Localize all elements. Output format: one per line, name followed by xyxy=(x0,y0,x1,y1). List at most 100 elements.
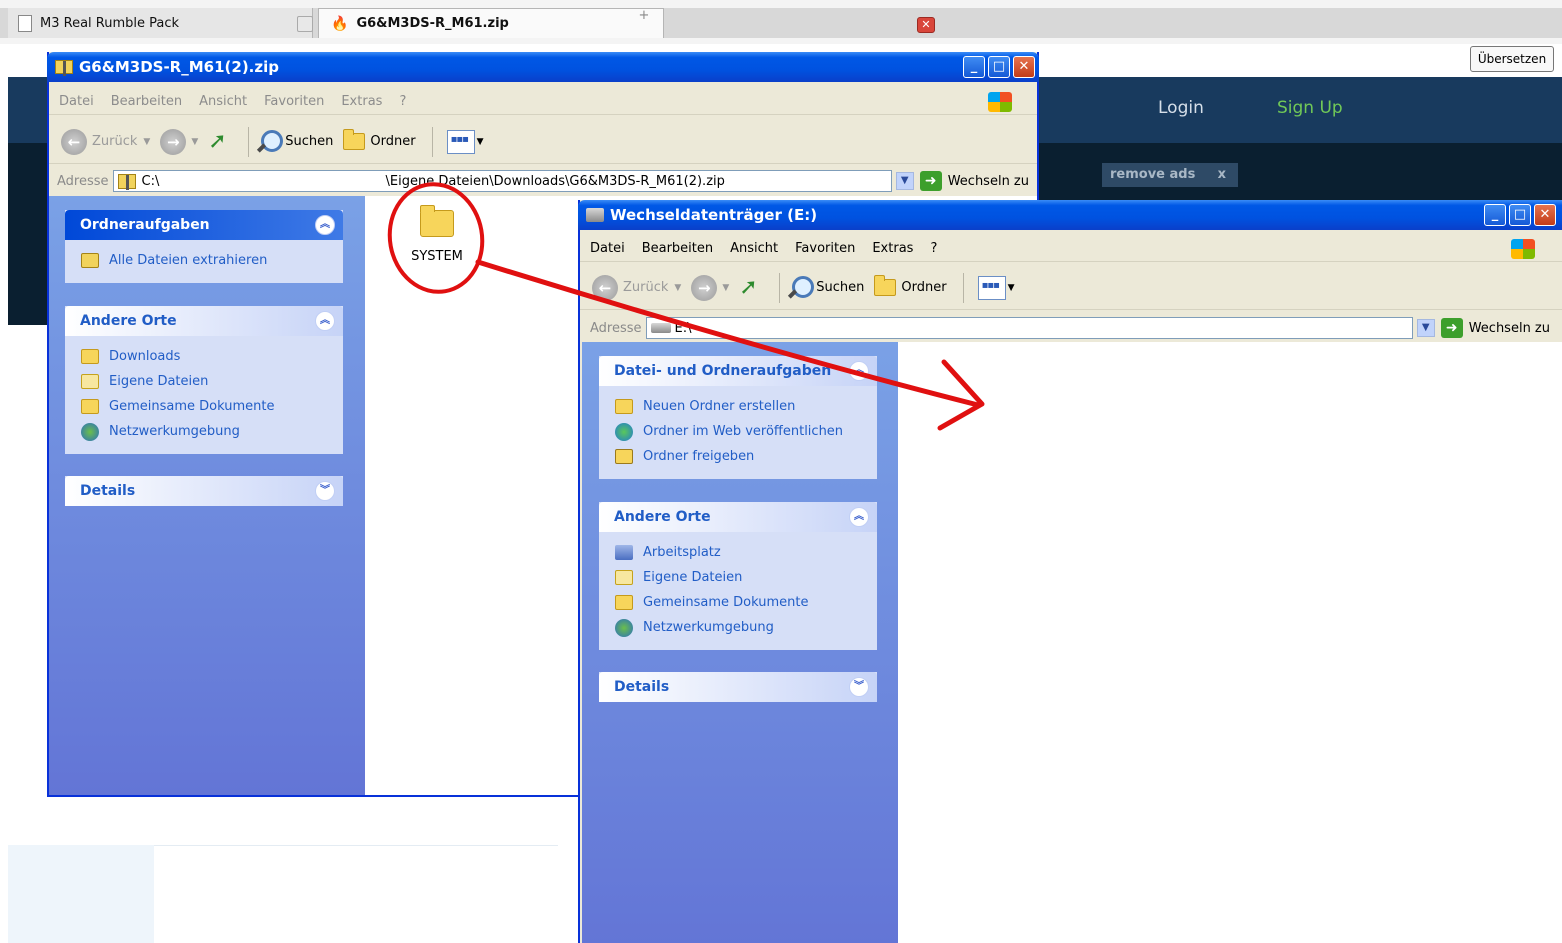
address-dropdown-icon[interactable]: ▼ xyxy=(1416,319,1435,337)
other-places-body: Downloads Eigene Dateien Gemeinsame Doku… xyxy=(65,336,343,454)
zip-toolbar: ← Zurück ▼ → ▼ ➚ Suchen Ordner ▼ xyxy=(49,120,1037,164)
file-tasks-header[interactable]: Datei- und Ordneraufgaben ︽ xyxy=(599,356,877,386)
minimize-button[interactable]: _ xyxy=(1484,204,1506,226)
link-label: Neuen Ordner erstellen xyxy=(643,399,796,414)
zip-folder-icon xyxy=(117,173,136,190)
other-places-header[interactable]: Andere Orte ︽ xyxy=(599,502,877,532)
place-shared-documents[interactable]: Gemeinsame Dokumente xyxy=(615,590,877,615)
details-header[interactable]: Details ︾ xyxy=(65,476,343,506)
tab-close-icon[interactable]: ✕ xyxy=(917,17,935,33)
expand-icon[interactable]: ︾ xyxy=(315,481,335,501)
menu-extras[interactable]: Extras xyxy=(341,94,382,109)
go-arrow-icon[interactable]: ➜ xyxy=(1440,318,1463,338)
extract-all-link[interactable]: Alle Dateien extrahieren xyxy=(81,248,343,273)
menu-bearbeiten[interactable]: Bearbeiten xyxy=(642,241,713,256)
folder-icon xyxy=(81,399,99,414)
place-my-documents[interactable]: Eigene Dateien xyxy=(81,369,343,394)
collapse-icon[interactable]: ︽ xyxy=(849,507,869,527)
translate-button[interactable]: Übersetzen xyxy=(1470,46,1554,72)
link-label: Arbeitsplatz xyxy=(643,545,721,560)
new-tab-button[interactable]: + xyxy=(630,6,658,26)
forward-button[interactable]: → ▼ xyxy=(691,274,729,301)
views-button[interactable]: ▼ xyxy=(970,275,1014,300)
back-button[interactable]: ← Zurück ▼ xyxy=(61,128,150,155)
menu-bearbeiten[interactable]: Bearbeiten xyxy=(111,94,182,109)
search-button[interactable]: Suchen xyxy=(786,275,864,301)
collapse-icon[interactable]: ︽ xyxy=(849,361,869,381)
address-path: \Eigene Dateien\Downloads\G6&M3DS-R_M61(… xyxy=(385,173,725,189)
page-content-box xyxy=(154,845,558,943)
menu-extras[interactable]: Extras xyxy=(872,241,913,256)
details-header[interactable]: Details ︾ xyxy=(599,672,877,702)
drive-window-titlebar[interactable]: Wechseldatenträger (E:) _ □ ✕ xyxy=(578,200,1562,230)
collapse-icon[interactable]: ︽ xyxy=(315,311,335,331)
menu-help[interactable]: ? xyxy=(930,241,937,256)
tab-m3-real-rumble-pack[interactable]: M3 Real Rumble Pack xyxy=(8,8,313,38)
expand-icon[interactable]: ︾ xyxy=(849,677,869,697)
folders-button[interactable]: Ordner xyxy=(874,275,947,296)
address-field[interactable]: E:\ xyxy=(645,317,1413,339)
windows-logo-icon xyxy=(1511,239,1535,259)
place-shared-documents[interactable]: Gemeinsame Dokumente xyxy=(81,394,343,419)
go-button[interactable]: Wechseln zu xyxy=(948,174,1029,189)
collapse-icon[interactable]: ︽ xyxy=(315,215,335,235)
minimize-button[interactable]: _ xyxy=(963,56,985,78)
place-my-computer[interactable]: Arbeitsplatz xyxy=(615,540,877,565)
login-link[interactable]: Login xyxy=(1158,98,1204,118)
signup-link[interactable]: Sign Up xyxy=(1277,98,1343,118)
new-folder-link[interactable]: Neuen Ordner erstellen xyxy=(615,394,877,419)
share-folder-link[interactable]: Ordner freigeben xyxy=(615,444,877,469)
up-folder-icon[interactable]: ➚ xyxy=(739,276,763,300)
page-sidebar-area xyxy=(8,845,154,943)
go-button[interactable]: Wechseln zu xyxy=(1469,321,1550,336)
menu-datei[interactable]: Datei xyxy=(59,94,94,109)
address-field[interactable]: C:\ \Eigene Dateien\Downloads\G6&M3DS-R_… xyxy=(112,170,892,192)
place-my-documents[interactable]: Eigene Dateien xyxy=(615,565,877,590)
folders-button[interactable]: Ordner xyxy=(343,129,416,150)
tasks-panel-body: Alle Dateien extrahieren xyxy=(65,240,343,283)
zip-window-titlebar[interactable]: G6&M3DS-R_M61(2).zip _ □ ✕ xyxy=(47,52,1039,82)
removable-drive-icon xyxy=(650,323,671,333)
details-panel: Details ︾ xyxy=(599,672,877,702)
search-button[interactable]: Suchen xyxy=(255,129,333,155)
maximize-button[interactable]: □ xyxy=(1509,204,1531,226)
forward-button[interactable]: → ▼ xyxy=(160,128,198,155)
menu-favoriten[interactable]: Favoriten xyxy=(795,241,855,256)
windows-logo-icon xyxy=(988,92,1012,112)
tasks-panel-header[interactable]: Ordneraufgaben ︽ xyxy=(65,210,343,240)
tab-close-icon[interactable] xyxy=(297,16,313,32)
menu-favoriten[interactable]: Favoriten xyxy=(264,94,324,109)
remove-ads-button[interactable]: remove ads x xyxy=(1102,163,1238,187)
other-places-panel: Andere Orte ︽ Arbeitsplatz Eigene Dateie… xyxy=(599,502,877,650)
address-dropdown-icon[interactable]: ▼ xyxy=(895,172,914,190)
menu-datei[interactable]: Datei xyxy=(590,241,625,256)
file-tasks-panel: Datei- und Ordneraufgaben ︽ Neuen Ordner… xyxy=(599,356,877,479)
up-folder-icon[interactable]: ➚ xyxy=(208,130,232,154)
views-button[interactable]: ▼ xyxy=(439,129,483,154)
address-label: Adresse xyxy=(57,173,109,189)
place-network[interactable]: Netzwerkumgebung xyxy=(81,419,343,444)
drive-toolbar: ← Zurück ▼ → ▼ ➚ Suchen Ordner ▼ xyxy=(580,266,1562,310)
close-icon[interactable]: x xyxy=(1218,163,1226,187)
panel-title: Andere Orte xyxy=(80,313,177,329)
file-item-system[interactable]: SYSTEM xyxy=(397,205,477,264)
tab-label: M3 Real Rumble Pack xyxy=(40,15,180,31)
menu-ansicht[interactable]: Ansicht xyxy=(199,94,247,109)
other-places-header[interactable]: Andere Orte ︽ xyxy=(65,306,343,336)
tasks-panel: Ordneraufgaben ︽ Alle Dateien extrahiere… xyxy=(65,210,343,283)
drive-file-list[interactable] xyxy=(898,342,1562,943)
close-button[interactable]: ✕ xyxy=(1534,204,1556,226)
computer-icon xyxy=(615,545,633,560)
close-button[interactable]: ✕ xyxy=(1013,56,1035,78)
publish-web-link[interactable]: Ordner im Web veröffentlichen xyxy=(615,419,877,444)
tab-zip-file[interactable]: 🔥 G6&M3DS-R_M61.zip ✕ xyxy=(318,8,935,38)
menu-ansicht[interactable]: Ansicht xyxy=(730,241,778,256)
back-button[interactable]: ← Zurück ▼ xyxy=(592,274,681,301)
maximize-button[interactable]: □ xyxy=(988,56,1010,78)
file-name: SYSTEM xyxy=(411,249,463,264)
place-downloads[interactable]: Downloads xyxy=(81,344,343,369)
back-arrow-icon: ← xyxy=(61,128,87,155)
place-network[interactable]: Netzwerkumgebung xyxy=(615,615,877,640)
menu-help[interactable]: ? xyxy=(399,94,406,109)
go-arrow-icon[interactable]: ➜ xyxy=(919,171,942,191)
